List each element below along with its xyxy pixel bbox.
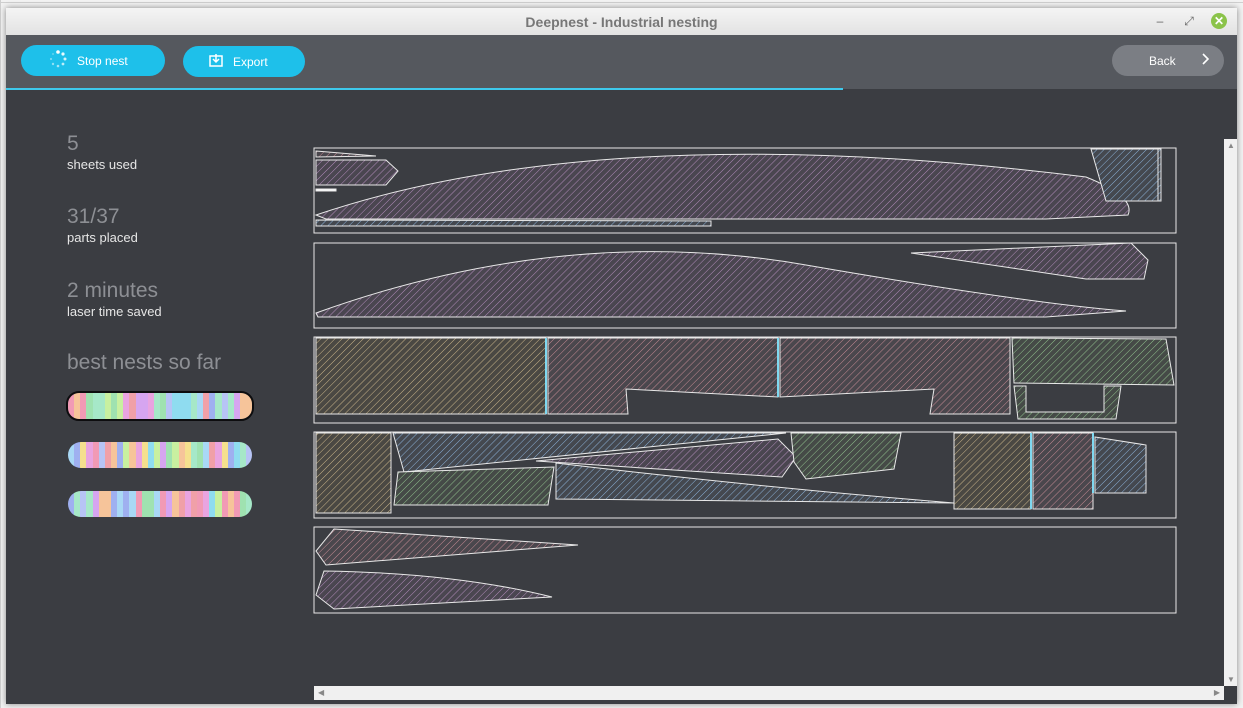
part [314,153,1130,220]
part [315,432,392,514]
stat-sheets: 5 sheets used [67,132,138,173]
best-nest-2[interactable] [68,442,252,468]
laser-time-value: 2 minutes [67,279,159,302]
minimize-icon[interactable]: – [1152,13,1168,29]
sheets-used-label: sheets used [67,157,138,172]
stat-parts: 31/37 parts placed [67,205,138,246]
part [790,432,902,480]
close-icon[interactable]: ✕ [1211,13,1227,29]
app-window: Deepnest - Industrial nesting – ⤢ ✕ Stop… [6,8,1237,704]
part [315,528,579,566]
nest-stripe [246,393,252,419]
scroll-down-icon[interactable]: ▼ [1227,675,1235,684]
parts-placed-value: 31/37 [67,205,120,228]
part [315,570,553,610]
part [1011,337,1175,386]
best-nests-title: best nests so far [67,351,222,374]
vertical-scrollbar[interactable]: ▲ ▼ [1224,139,1237,686]
export-button[interactable]: Export [183,46,305,77]
desktop-edge [0,0,1,708]
part [910,242,1149,280]
desktop-line [0,2,1243,3]
laser-time-label: laser time saved [67,304,162,319]
part [779,337,1011,415]
title-bar: Deepnest - Industrial nesting – ⤢ ✕ [6,8,1237,36]
part [315,337,547,415]
nest-stripe [246,491,252,517]
part [315,188,337,192]
best-nest-1[interactable] [66,391,254,421]
stat-time: 2 minutes laser time saved [67,279,162,320]
export-label: Export [233,54,268,69]
back-label: Back [1149,53,1176,68]
part [315,150,377,158]
part [1094,436,1147,494]
part [393,466,555,506]
nest-preview [306,127,1224,690]
best-nest-3[interactable] [68,491,252,517]
toolbar: Stop nest Export Back [6,35,1237,89]
part [953,432,1032,510]
nest-stripe [246,442,252,468]
back-button[interactable]: Back [1112,45,1224,76]
part [547,337,779,415]
parts-placed-label: parts placed [67,230,138,245]
part [315,219,712,227]
horizontal-scrollbar[interactable]: ◀ ▶ [314,686,1224,700]
export-icon [209,53,223,70]
part [1032,432,1094,510]
scroll-up-icon[interactable]: ▲ [1227,141,1235,150]
part [315,159,399,186]
scroll-right-icon[interactable]: ▶ [1214,688,1220,697]
chevron-right-icon [1202,53,1210,68]
nest-sheets-svg [313,147,1177,614]
part [1013,385,1122,420]
sheets-used-value: 5 [67,132,79,155]
nest-progress-bar [6,88,844,90]
window-title: Deepnest - Industrial nesting [525,14,718,30]
stop-nest-button[interactable]: Stop nest [21,45,165,76]
stop-nest-label: Stop nest [77,53,128,68]
spinner-icon [49,50,67,71]
scroll-left-icon[interactable]: ◀ [318,688,324,697]
restore-icon[interactable]: ⤢ [1181,13,1197,29]
